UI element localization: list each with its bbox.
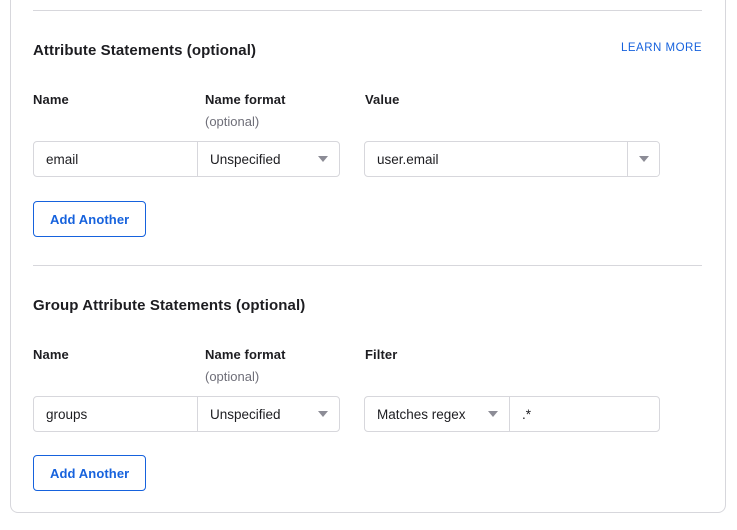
group-row-filter-group: Matches regex [364, 396, 660, 432]
settings-card [10, 0, 726, 513]
group-add-another-button[interactable]: Add Another [33, 455, 146, 491]
attr-col-name-format-hint: (optional) [205, 114, 259, 129]
attr-value-input[interactable] [365, 142, 627, 176]
attr-col-name-label: Name [33, 92, 69, 107]
attr-name-format-select[interactable]: Unspecified [198, 142, 339, 176]
learn-more-link[interactable]: LEARN MORE [621, 42, 702, 55]
group-col-filter-label: Filter [365, 347, 397, 362]
attr-col-value-label: Value [365, 92, 399, 107]
attr-row-name-format-group: Unspecified [33, 141, 340, 177]
chevron-down-icon [639, 156, 649, 162]
saml-settings-page: Attribute Statements (optional) LEARN MO… [0, 0, 737, 530]
attr-name-format-value: Unspecified [210, 152, 281, 167]
group-col-name-format-hint: (optional) [205, 369, 259, 384]
attr-col-name-format-label: Name format [205, 92, 286, 107]
group-filter-type-value: Matches regex [377, 407, 466, 422]
section-divider-top [33, 10, 702, 11]
group-filter-type-select[interactable]: Matches regex [365, 397, 509, 431]
attr-name-input[interactable] [34, 142, 197, 176]
attr-value-dropdown-button[interactable] [627, 142, 659, 176]
section-divider-middle [33, 265, 702, 266]
chevron-down-icon [488, 411, 498, 417]
attribute-statements-title: Attribute Statements (optional) [33, 42, 256, 59]
group-name-input[interactable] [34, 397, 197, 431]
group-col-name-format-label: Name format [205, 347, 286, 362]
chevron-down-icon [318, 411, 328, 417]
group-name-format-value: Unspecified [210, 407, 281, 422]
group-attribute-statements-title: Group Attribute Statements (optional) [33, 297, 305, 314]
group-row-name-format-group: Unspecified [33, 396, 340, 432]
group-col-name-label: Name [33, 347, 69, 362]
group-filter-value-input[interactable] [510, 397, 659, 431]
chevron-down-icon [318, 156, 328, 162]
attr-add-another-button[interactable]: Add Another [33, 201, 146, 237]
group-name-format-select[interactable]: Unspecified [198, 397, 339, 431]
attr-row-value-group [364, 141, 660, 177]
